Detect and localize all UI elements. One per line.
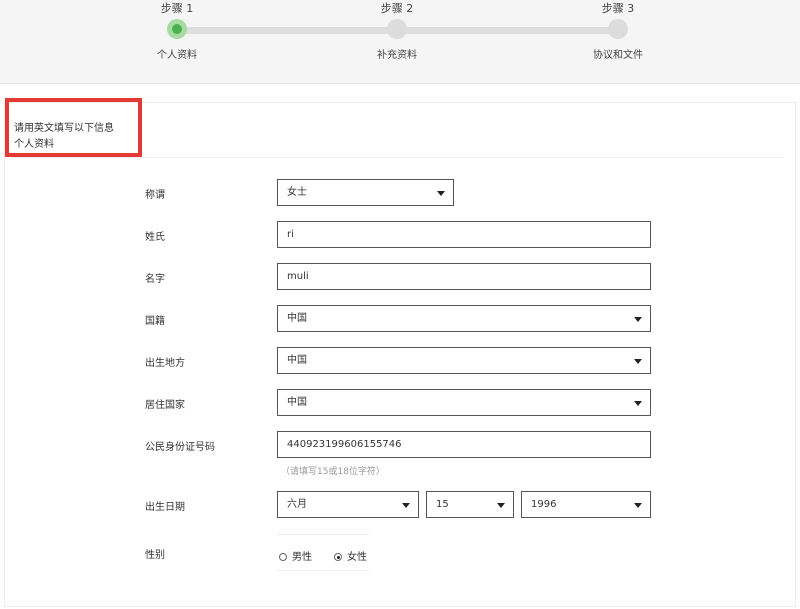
nationality-select[interactable]: 中国: [277, 305, 651, 332]
step-2-label: 补充资料: [377, 50, 417, 61]
id-number-hint: （请填写15或18位字符）: [281, 467, 385, 477]
birth-day-select[interactable]: 15: [426, 491, 514, 518]
chevron-down-icon: [634, 317, 642, 322]
surname-value: ri: [287, 229, 294, 240]
chevron-down-icon: [497, 503, 505, 508]
chevron-down-icon: [437, 191, 445, 196]
residence-country-select[interactable]: 中国: [277, 389, 651, 416]
nationality-value: 中国: [287, 313, 307, 324]
salutation-select[interactable]: 女士: [277, 179, 454, 206]
chevron-down-icon: [634, 359, 642, 364]
step-3-title: 步骤 3: [601, 2, 635, 15]
gender-radio-group: 男性 女性: [277, 534, 369, 571]
progress-stepper: 步骤 1 个人资料 步骤 2 补充资料 步骤 3 协议和文件: [0, 0, 800, 84]
step-3-indicator: [608, 19, 628, 39]
nationality-label: 国籍: [145, 316, 165, 327]
birth-day-value: 15: [436, 499, 449, 510]
section-divider: [12, 157, 784, 158]
gender-label: 性别: [145, 550, 165, 561]
surname-label: 姓氏: [145, 232, 165, 243]
step-1-title: 步骤 1: [160, 2, 194, 15]
step-2-title: 步骤 2: [380, 2, 414, 15]
id-number-value: 440923199606155746: [287, 439, 402, 450]
given-name-value: muli: [287, 271, 309, 282]
gender-option-female[interactable]: 女性: [334, 548, 367, 563]
gender-male-label: 男性: [292, 552, 312, 563]
residence-country-value: 中国: [287, 397, 307, 408]
birthplace-select[interactable]: 中国: [277, 347, 651, 374]
chevron-down-icon: [402, 503, 410, 508]
salutation-label: 称谓: [145, 190, 165, 201]
birth-month-value: 六月: [287, 499, 307, 510]
surname-input[interactable]: ri: [277, 221, 651, 248]
gender-option-male[interactable]: 男性: [279, 548, 312, 563]
step-2-indicator: [387, 19, 407, 39]
birth-month-select[interactable]: 六月: [277, 491, 419, 518]
residence-country-label: 居住国家: [145, 400, 185, 411]
birth-year-value: 1996: [531, 499, 557, 510]
salutation-value: 女士: [287, 187, 307, 198]
step-1-label: 个人资料: [157, 50, 197, 61]
step-1-indicator: [167, 19, 187, 39]
radio-checked-icon[interactable]: [334, 553, 342, 561]
birth-year-select[interactable]: 1996: [521, 491, 651, 518]
radio-unchecked-icon[interactable]: [279, 553, 287, 561]
chevron-down-icon: [634, 503, 642, 508]
birthplace-label: 出生地方: [145, 358, 185, 369]
annotation-highlight-box: [5, 98, 142, 157]
id-number-label: 公民身份证号码: [145, 442, 215, 453]
id-number-input[interactable]: 440923199606155746: [277, 431, 651, 458]
gender-female-label: 女性: [347, 552, 367, 563]
given-name-label: 名字: [145, 274, 165, 285]
step-3-label: 协议和文件: [593, 50, 643, 61]
birthplace-value: 中国: [287, 355, 307, 366]
given-name-input[interactable]: muli: [277, 263, 651, 290]
chevron-down-icon: [634, 401, 642, 406]
birth-date-label: 出生日期: [145, 502, 185, 513]
